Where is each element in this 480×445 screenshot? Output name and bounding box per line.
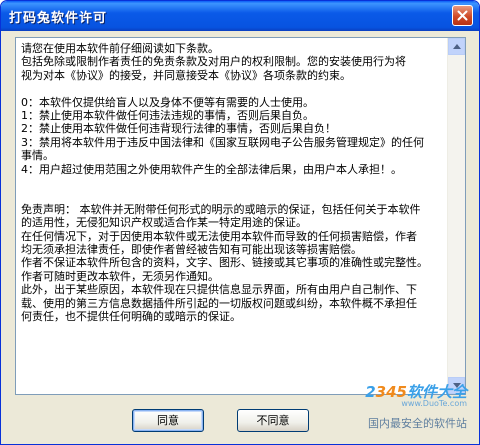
arrow-down-icon [453,383,461,388]
license-text[interactable]: 请您在使用本软件前仔细阅读如下条款。 包括免除或限制作者责任的免责条款及对用户的权… [16,38,448,394]
license-line: 的适用性，无侵犯知识产权或适合作某一特定用途的保证。 [21,216,307,230]
watermark-url: www.DuoTe.com [401,399,467,408]
watermark-slogan: 国内最安全的软件站 [368,417,467,430]
license-line [21,176,444,189]
license-line: 1：禁止使用本软件做任何违法违规的事情，否则后果自负。 [21,109,314,123]
license-line: 此外，出于某些原因，本软件现在只提供信息显示界面，所有由用户自己制作、下 [21,283,417,297]
dialog-body: 请您在使用本软件前仔细阅读如下条款。 包括免除或限制作者责任的免责条款及对用户的权… [1,31,479,444]
license-line [21,189,444,202]
license-line: 请您在使用本软件前仔细阅读如下条款。 [21,42,219,55]
scroll-down-button[interactable] [448,377,465,394]
license-line: 免责声明： 本软件并无附带任何形式的明示的或暗示的保证，包括任何关于本软件 [21,202,421,216]
license-line [21,82,444,95]
license-line: 2：禁止使用本软件做任何违背现行法律的事情，否则后果自负！ [21,122,336,136]
license-line: 均无须承担法律责任，即使作者曾经被告知有可能出现该等损害赔偿。 [21,243,362,257]
license-line: 0：本软件仅提供给盲人以及身体不便等有需要的人士使用。 [21,95,314,109]
arrow-up-icon [453,44,461,49]
license-line: 事情。 [21,149,54,163]
title-bar[interactable]: 打码兔软件许可 [1,1,479,31]
license-dialog: 打码兔软件许可 请您在使用本软件前仔细阅读如下条款。 包括免除或限制作者责任的免责… [0,0,480,445]
license-line: 包括免除或限制作者责任的免责条款及对用户的权利限制。您的安装使用行为将 [21,55,406,69]
license-line: 作者可随时更改本软件，无须另作通知。 [21,269,219,283]
license-line: 载、使用的第三方信息数据插件所引起的一切版权问题或纠纷，本软件概不承担任 [21,296,417,310]
window-title: 打码兔软件许可 [9,11,108,26]
disagree-button[interactable]: 不同意 [237,409,309,432]
license-textbox[interactable]: 请您在使用本软件前仔细阅读如下条款。 包括免除或限制作者责任的免责条款及对用户的权… [15,37,466,395]
close-icon [457,10,468,21]
license-line: 视为对本《协议》的接受，并同意接受本《协议》各项条款的约束。 [21,68,351,82]
vertical-scrollbar[interactable] [447,38,465,394]
agree-button[interactable]: 同意 [132,409,204,432]
license-line: 在任何情况下，对于因使用本软件或无法使用本软件而导致的任何损害赔偿，作者 [21,229,417,243]
close-button[interactable] [452,5,473,26]
license-line: 何责任，也不提供任何明确的或暗示的保证。 [21,310,241,324]
license-line: 作者不保证本软件所包含的资料，文字、图形、链接或其它事项的准确性或完整性。 [21,256,428,270]
scroll-up-button[interactable] [448,38,465,55]
license-line: 3：禁用将本软件用于违反中国法律和《国家互联网电子公告服务管理规定》的任何 [21,135,424,149]
license-line: 4：用户超过使用范围之外使用软件产生的全部法律后果，由用户本人承担！。 [21,162,402,176]
